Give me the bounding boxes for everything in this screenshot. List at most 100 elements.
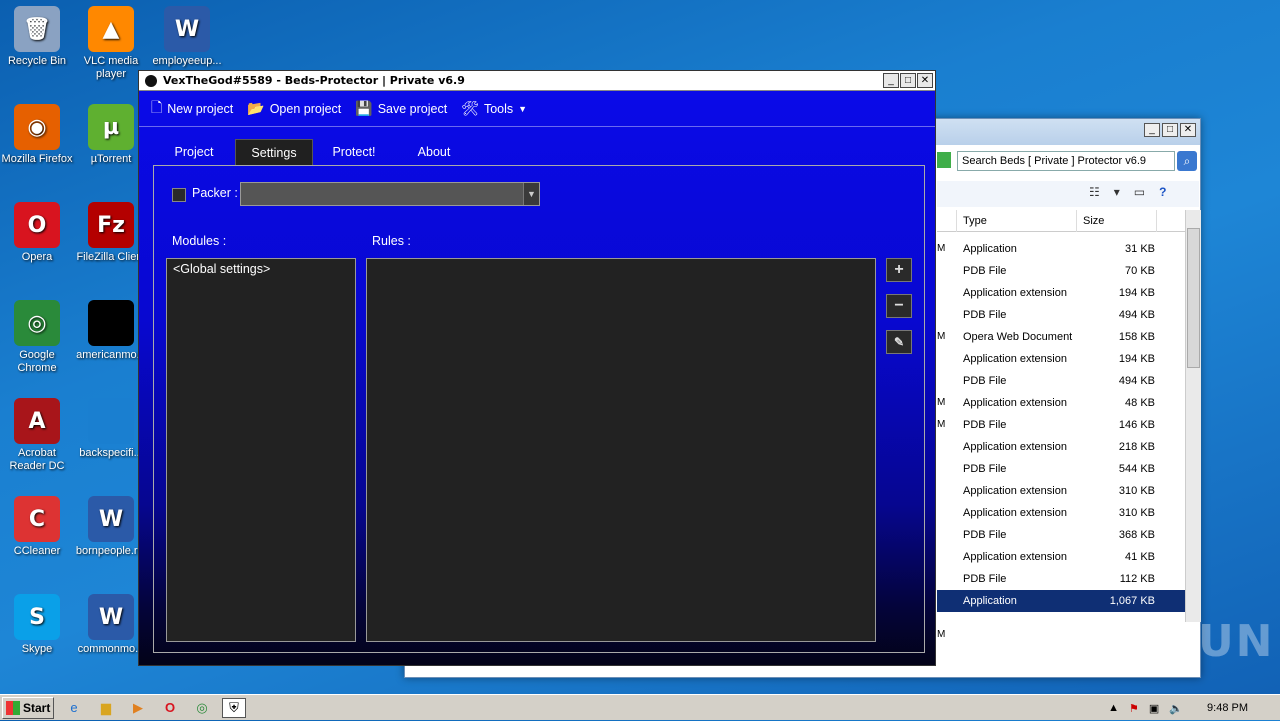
ie-icon[interactable]: e — [62, 698, 86, 718]
column-header-type[interactable]: Type — [957, 210, 1077, 232]
desktop-icon-label: Acrobat Reader DC — [9, 447, 65, 472]
desktop-icon[interactable]: Wbornpeople.r... — [74, 496, 148, 558]
file-row[interactable]: Application extension 218 KB — [937, 436, 1185, 458]
chevron-down-icon[interactable]: ▼ — [523, 183, 539, 205]
tools-menu[interactable]: 🛠 Tools ▼ — [461, 100, 527, 117]
tab-protect[interactable]: Protect! — [315, 139, 393, 165]
desktop-icon[interactable]: C CCleaner — [0, 496, 74, 558]
file-row[interactable]: M Application extension 48 KB — [937, 392, 1185, 414]
add-rule-button[interactable]: + — [886, 258, 912, 282]
packer-checkbox[interactable] — [172, 188, 186, 202]
desktop-icon[interactable]: 🗑 Recycle Bin — [0, 6, 74, 68]
desktop-icon-label: backspecifi... — [79, 447, 143, 459]
preview-pane-icon[interactable]: ▭ — [1134, 185, 1145, 199]
file-row[interactable]: Application extension 41 KB — [937, 546, 1185, 568]
desktop-icon[interactable]: A Acrobat Reader DC — [0, 398, 74, 473]
remove-rule-button[interactable]: − — [886, 294, 912, 318]
save-icon: 💾 — [355, 100, 373, 116]
desktop-icon[interactable]: O Opera — [0, 202, 74, 264]
rules-list[interactable] — [366, 258, 876, 642]
beds-protector-window[interactable]: VexTheGod#5589 - Beds-Protector | Privat… — [138, 70, 936, 666]
file-row[interactable]: Application extension 194 KB — [937, 348, 1185, 370]
go-icon[interactable] — [937, 152, 951, 168]
file-row[interactable]: PDB File 494 KB — [937, 370, 1185, 392]
clock[interactable]: 9:48 PM — [1207, 702, 1248, 714]
column-header-name[interactable] — [937, 210, 957, 232]
file-row[interactable]: Application extension 194 KB — [937, 282, 1185, 304]
chrome-icon[interactable]: ◎ — [190, 698, 214, 718]
list-item[interactable]: <Global settings> — [167, 259, 355, 279]
explorer-search-input[interactable]: Search Beds [ Private ] Protector v6.9 — [957, 151, 1175, 171]
file-row[interactable]: PDB File 368 KB — [937, 524, 1185, 546]
desktop-icon[interactable]: ◎ Google Chrome — [0, 300, 74, 375]
start-label: Start — [23, 700, 51, 715]
desktop-icon[interactable]: ◉ Mozilla Firefox — [0, 104, 74, 166]
tab-about[interactable]: About — [395, 139, 473, 165]
file-size: 112 KB — [1119, 573, 1155, 585]
beds-protector-taskbar-icon[interactable]: ⛨ — [222, 697, 246, 718]
rules-label: Rules : — [372, 234, 411, 248]
desktop-icon[interactable]: Fz FileZilla Client — [74, 202, 148, 264]
tab-project[interactable]: Project — [155, 139, 233, 165]
plus-icon: + — [894, 261, 904, 278]
file-type: PDB File — [963, 529, 1007, 541]
new-project-button[interactable]: 🗋 New project — [151, 97, 233, 121]
maximize-icon[interactable]: □ — [1162, 123, 1178, 137]
file-modified-fragment: M — [937, 419, 946, 430]
file-size: 218 KB — [1118, 441, 1155, 453]
view-options-icon[interactable]: ☷ — [1089, 185, 1100, 199]
file-size: 31 KB — [1125, 243, 1155, 255]
file-size: 310 KB — [1118, 507, 1155, 519]
opera-icon[interactable]: O — [158, 698, 182, 718]
help-icon[interactable]: ? — [1159, 185, 1166, 199]
file-row[interactable]: M Opera Web Document 158 KB — [937, 326, 1185, 348]
file-row[interactable]: M Application 31 KB — [937, 238, 1185, 260]
chevron-down-icon: ▼ — [518, 103, 528, 114]
file-modified-fragment: M — [937, 397, 946, 408]
file-size: 194 KB — [1118, 287, 1155, 299]
explorer-folder-icon[interactable]: ▆ — [94, 698, 118, 718]
action-center-icon[interactable]: ⚑ — [1129, 702, 1139, 715]
desktop-icon[interactable]: ▲ VLC media player — [74, 6, 148, 81]
scrollbar[interactable] — [1185, 210, 1201, 622]
chrome-icon: ◎ — [14, 300, 60, 346]
modules-list[interactable]: <Global settings> — [166, 258, 356, 642]
save-project-button[interactable]: 💾 Save project — [355, 100, 447, 117]
file-row[interactable]: PDB File 70 KB — [937, 260, 1185, 282]
desktop-icon[interactable]: Wcommonmo... — [74, 594, 148, 656]
minus-icon: − — [894, 297, 904, 314]
tab-settings[interactable]: Settings — [235, 139, 313, 165]
file-row[interactable]: Application extension 310 KB — [937, 502, 1185, 524]
word-doc-icon: W — [164, 6, 210, 52]
file-row[interactable]: PDB File 112 KB — [937, 568, 1185, 590]
volume-icon[interactable]: 🔈 — [1169, 702, 1183, 715]
desktop-icon[interactable]: S Skype — [0, 594, 74, 656]
desktop-icon[interactable]: backspecifi... — [74, 398, 148, 460]
desktop-icon[interactable]: Wemployeeup... — [150, 6, 224, 68]
minimize-icon[interactable]: _ — [883, 73, 899, 88]
tray-expand-icon[interactable]: ▲ — [1108, 702, 1119, 714]
close-icon[interactable]: ✕ — [917, 73, 933, 88]
desktop-icon[interactable]: µ µTorrent — [74, 104, 148, 166]
file-row[interactable]: PDB File 544 KB — [937, 458, 1185, 480]
scrollbar-thumb[interactable] — [1187, 228, 1200, 368]
minimize-icon[interactable]: _ — [1144, 123, 1160, 137]
chevron-down-icon[interactable]: ▾ — [1114, 185, 1120, 199]
maximize-icon[interactable]: □ — [900, 73, 916, 88]
file-row[interactable]: Application 1,067 KB — [937, 590, 1185, 612]
close-icon[interactable]: ✕ — [1180, 123, 1196, 137]
open-project-button[interactable]: 📂 Open project — [247, 100, 341, 117]
packer-dropdown[interactable]: ▼ — [240, 182, 540, 206]
network-icon[interactable]: ▣ — [1149, 702, 1159, 715]
desktop-icon-label: Opera — [21, 251, 53, 263]
media-player-icon[interactable]: ▶ — [126, 698, 150, 718]
edit-rule-button[interactable]: ✎ — [886, 330, 912, 354]
file-row[interactable]: M PDB File 146 KB — [937, 414, 1185, 436]
file-row[interactable]: Application extension 310 KB — [937, 480, 1185, 502]
start-button[interactable]: Start — [2, 696, 54, 719]
search-icon[interactable]: ⌕ — [1177, 151, 1197, 171]
column-header-size[interactable]: Size — [1077, 210, 1157, 232]
file-row[interactable]: PDB File 494 KB — [937, 304, 1185, 326]
app-titlebar[interactable]: VexTheGod#5589 - Beds-Protector | Privat… — [139, 71, 935, 91]
desktop-icon[interactable]: americanmo... — [74, 300, 148, 362]
